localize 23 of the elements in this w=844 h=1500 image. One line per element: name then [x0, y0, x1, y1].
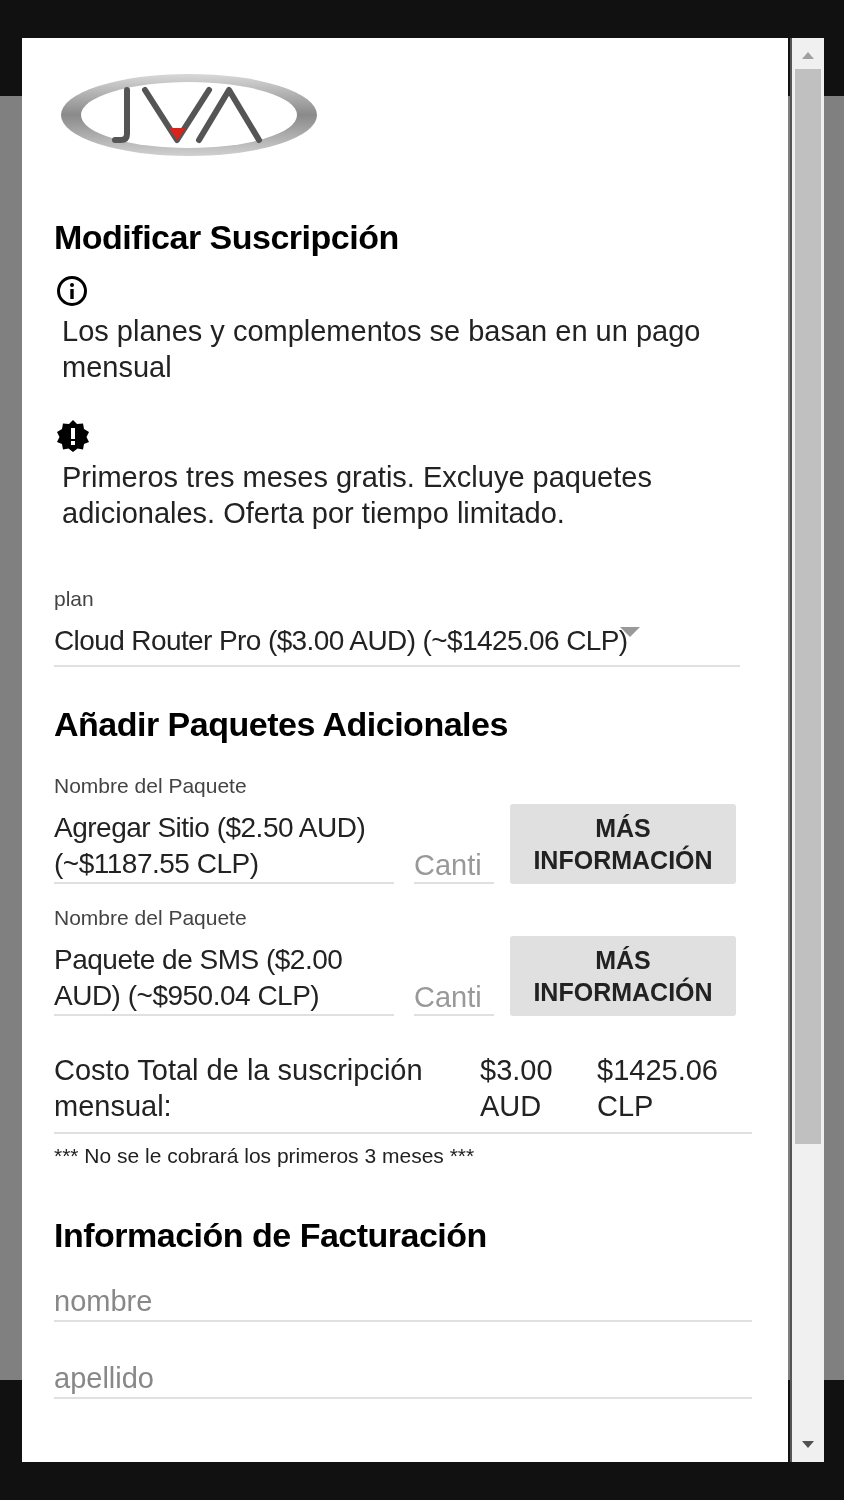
- total-aud: $3.00 AUD: [480, 1053, 554, 1124]
- package-select[interactable]: Paquete de SMS ($2.00 AUD) (~$950.04 CLP): [54, 942, 394, 1016]
- package-label: Nombre del Paquete: [54, 906, 248, 930]
- plan-select[interactable]: Cloud Router Pro ($3.00 AUD) (~$1425.06 CLP): [54, 611, 740, 667]
- alert-badge-icon: [56, 419, 90, 453]
- plan-label: plan: [54, 587, 95, 611]
- total-label: Costo Total de la suscripción mensual:: [54, 1053, 424, 1124]
- logo-icon: [59, 72, 319, 158]
- scrollbar[interactable]: [790, 38, 824, 1462]
- scroll-down-icon[interactable]: [802, 1441, 814, 1448]
- scroll-thumb[interactable]: [795, 69, 821, 1144]
- notice-text: Los planes y complementos se basan en un pago mensual: [61, 314, 702, 385]
- section-title: Añadir Paquetes Adicionales: [54, 705, 509, 744]
- dialog-title: Modificar Suscripción: [54, 218, 400, 257]
- more-info-button[interactable]: MÁS INFORMACIÓN: [510, 804, 736, 884]
- more-info-button[interactable]: MÁS INFORMACIÓN: [510, 936, 736, 1016]
- notice-text: Primeros tres meses gratis. Excluye paquetes adicionales. Oferta por tiempo limitado.: [61, 460, 653, 531]
- section-title: Información de Facturación: [54, 1216, 488, 1255]
- free-months-note: *** No se le cobrará los primeros 3 meses ***: [54, 1144, 476, 1168]
- total-clp: $1425.06 CLP: [597, 1053, 719, 1124]
- package-select[interactable]: Agregar Sitio ($2.50 AUD) (~$1187.55 CLP): [54, 810, 394, 884]
- package-label: Nombre del Paquete: [54, 774, 248, 798]
- info-icon: [56, 275, 88, 307]
